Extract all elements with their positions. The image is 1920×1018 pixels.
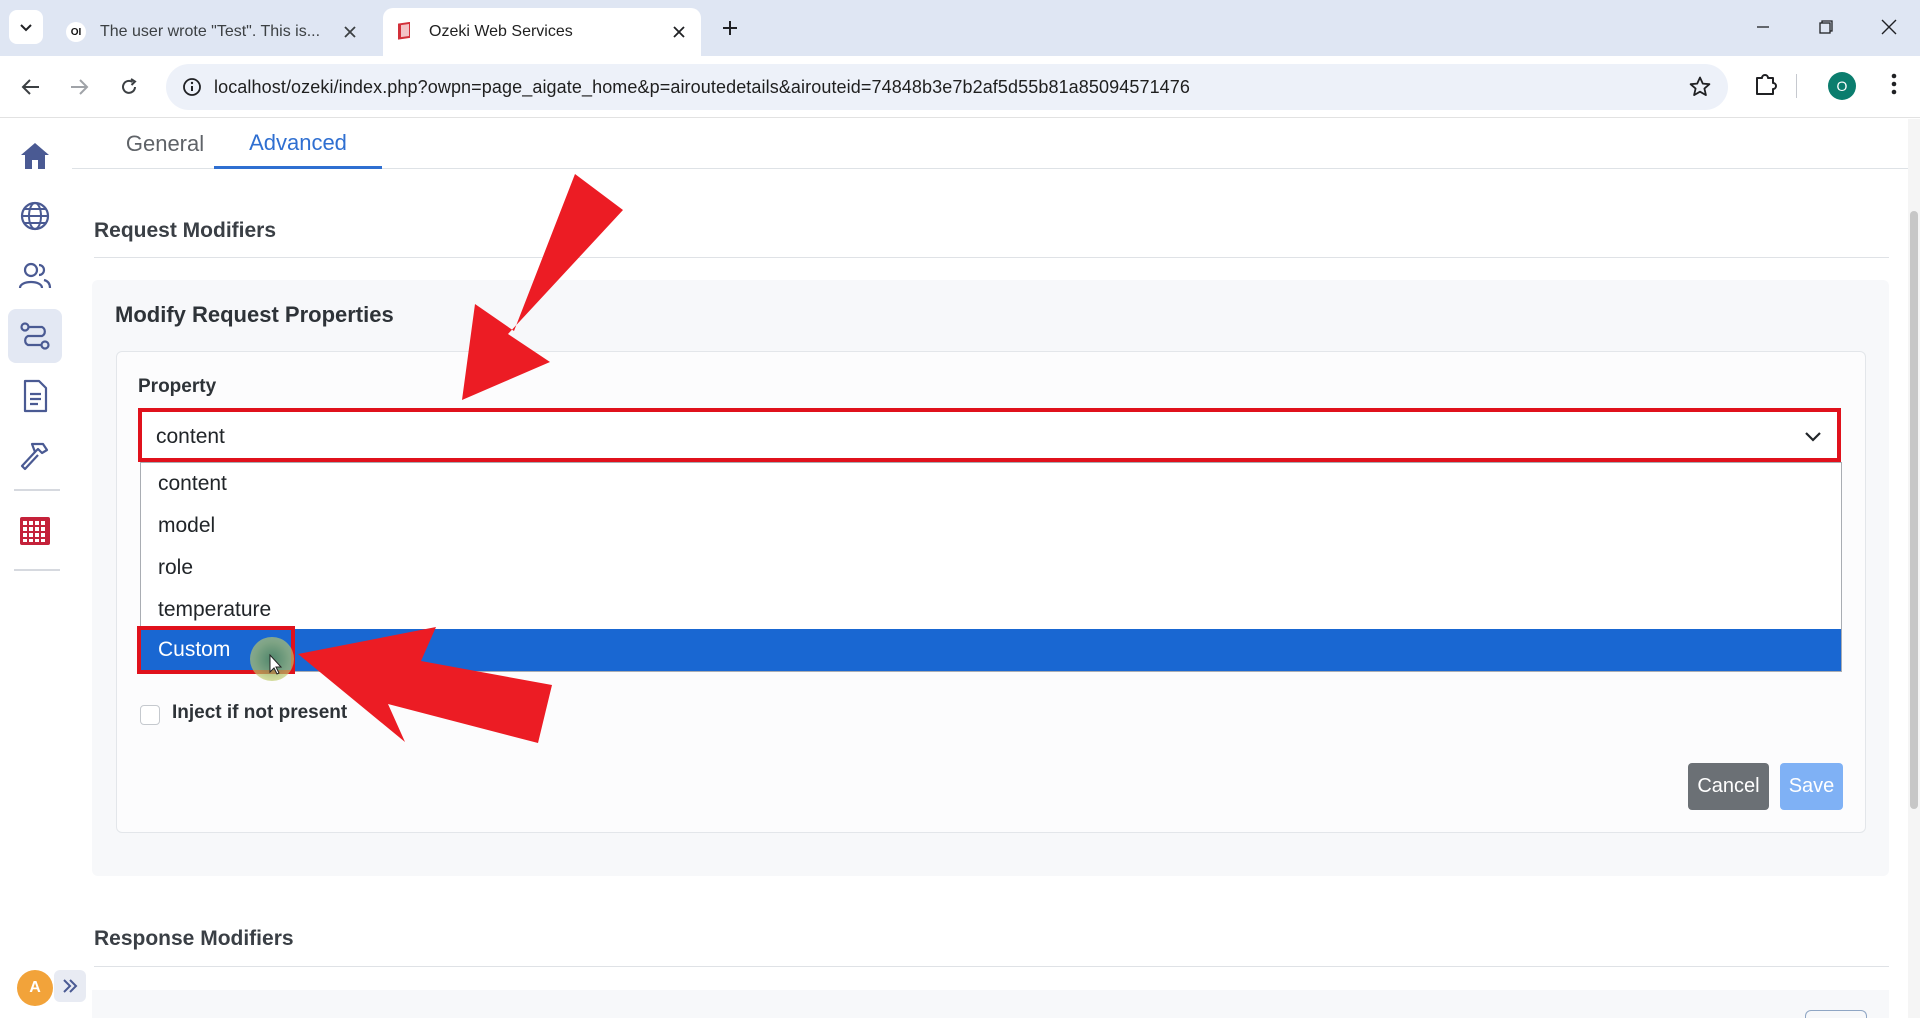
inject-if-not-present-checkbox[interactable] bbox=[140, 705, 160, 725]
cursor-click-highlight bbox=[250, 637, 294, 681]
extensions-puzzle-icon[interactable] bbox=[1752, 70, 1780, 98]
forward-button[interactable] bbox=[62, 70, 96, 104]
dropdown-option-temperature[interactable]: temperature bbox=[141, 589, 1841, 631]
profile-avatar[interactable]: O bbox=[1828, 72, 1856, 100]
tab-advanced[interactable]: Advanced bbox=[214, 119, 382, 169]
reload-icon bbox=[122, 78, 137, 94]
page-scrollbar[interactable] bbox=[1908, 119, 1920, 1018]
card-title: Modify Request Properties bbox=[115, 302, 394, 327]
scrollbar-thumb[interactable] bbox=[1910, 211, 1918, 809]
property-label: Property bbox=[138, 376, 217, 397]
sidebar-item-home[interactable] bbox=[8, 129, 62, 183]
arrow-left-icon bbox=[21, 79, 39, 95]
arrow-right-icon bbox=[71, 79, 89, 95]
property-select[interactable]: content bbox=[138, 408, 1841, 462]
dropdown-option-role[interactable]: role bbox=[141, 547, 1841, 589]
property-select-value: content bbox=[156, 425, 225, 448]
sidebar-divider bbox=[14, 489, 60, 491]
browser-toolbar: localhost/ozeki/index.php?owpn=page_aiga… bbox=[0, 56, 1920, 118]
tab-general[interactable]: General bbox=[102, 119, 228, 169]
plus-icon bbox=[723, 21, 737, 35]
request-modifiers-heading: Request Modifiers bbox=[94, 219, 277, 242]
close-window-button[interactable] bbox=[1874, 12, 1904, 42]
sidebar-item-tools[interactable] bbox=[8, 429, 62, 483]
new-tab-button[interactable] bbox=[716, 14, 744, 42]
minimize-button[interactable] bbox=[1748, 12, 1778, 42]
home-icon bbox=[21, 143, 49, 169]
openwebui-favicon-icon: OI bbox=[66, 22, 86, 42]
property-dropdown-list: content model role temperature Custom bbox=[140, 462, 1842, 672]
close-icon bbox=[1881, 19, 1897, 35]
dropdown-option-content[interactable]: content bbox=[141, 463, 1841, 505]
browser-tab-chat[interactable]: OI The user wrote "Test". This is... bbox=[54, 8, 372, 56]
site-info-icon[interactable] bbox=[170, 64, 214, 110]
sidebar-item-globe[interactable] bbox=[8, 189, 62, 243]
partial-button-edge bbox=[1805, 1010, 1867, 1018]
globe-icon bbox=[20, 201, 50, 231]
cancel-button[interactable]: Cancel bbox=[1688, 763, 1769, 810]
close-tab-icon[interactable] bbox=[669, 22, 689, 42]
sidebar-item-apps[interactable] bbox=[8, 504, 62, 558]
chevron-down-icon bbox=[1805, 432, 1821, 442]
reload-button[interactable] bbox=[112, 70, 146, 104]
users-icon bbox=[18, 262, 52, 289]
minimize-icon bbox=[1757, 26, 1769, 28]
toolbar-divider bbox=[1796, 74, 1797, 98]
tab-search-button[interactable] bbox=[9, 10, 43, 44]
section-divider bbox=[94, 966, 1889, 967]
dropdown-option-custom[interactable]: Custom bbox=[141, 629, 1841, 671]
restore-icon bbox=[1819, 20, 1833, 34]
response-modifiers-card bbox=[92, 990, 1889, 1018]
inject-if-not-present-label: Inject if not present bbox=[172, 702, 348, 723]
browser-tab-bar: OI The user wrote "Test". This is... Oze… bbox=[0, 0, 1920, 56]
app-sidebar bbox=[0, 119, 70, 1018]
browser-tab-ozeki[interactable]: Ozeki Web Services bbox=[383, 8, 701, 56]
sidebar-divider bbox=[14, 569, 60, 571]
response-modifiers-heading: Response Modifiers bbox=[94, 927, 294, 950]
ozeki-apps-icon bbox=[20, 517, 50, 545]
sidebar-item-documents[interactable] bbox=[8, 369, 62, 423]
double-chevron-right-icon bbox=[63, 979, 78, 993]
routes-icon bbox=[20, 322, 50, 350]
back-button[interactable] bbox=[14, 70, 48, 104]
restore-button[interactable] bbox=[1811, 12, 1841, 42]
hammer-icon bbox=[20, 442, 49, 471]
address-bar[interactable]: localhost/ozeki/index.php?owpn=page_aiga… bbox=[166, 64, 1728, 110]
sidebar-item-routes[interactable] bbox=[8, 309, 62, 363]
bookmark-star-icon[interactable] bbox=[1688, 75, 1712, 99]
sidebar-expand-button[interactable] bbox=[54, 970, 86, 1002]
tab-title: Ozeki Web Services bbox=[429, 23, 573, 40]
section-divider bbox=[94, 257, 1889, 258]
document-icon bbox=[23, 379, 48, 413]
sidebar-item-users[interactable] bbox=[8, 249, 62, 303]
close-tab-icon[interactable] bbox=[340, 22, 360, 42]
tab-title: The user wrote "Test". This is... bbox=[100, 23, 321, 40]
chevron-down-icon bbox=[20, 24, 32, 32]
more-vert-icon[interactable] bbox=[1880, 70, 1908, 98]
dropdown-option-model[interactable]: model bbox=[141, 505, 1841, 547]
user-avatar[interactable]: A bbox=[17, 970, 53, 1006]
ozeki-favicon-icon bbox=[398, 22, 410, 40]
url-text: localhost/ozeki/index.php?owpn=page_aiga… bbox=[214, 76, 1191, 97]
save-button[interactable]: Save bbox=[1780, 763, 1843, 810]
page-tabs: General Advanced bbox=[72, 119, 1912, 169]
